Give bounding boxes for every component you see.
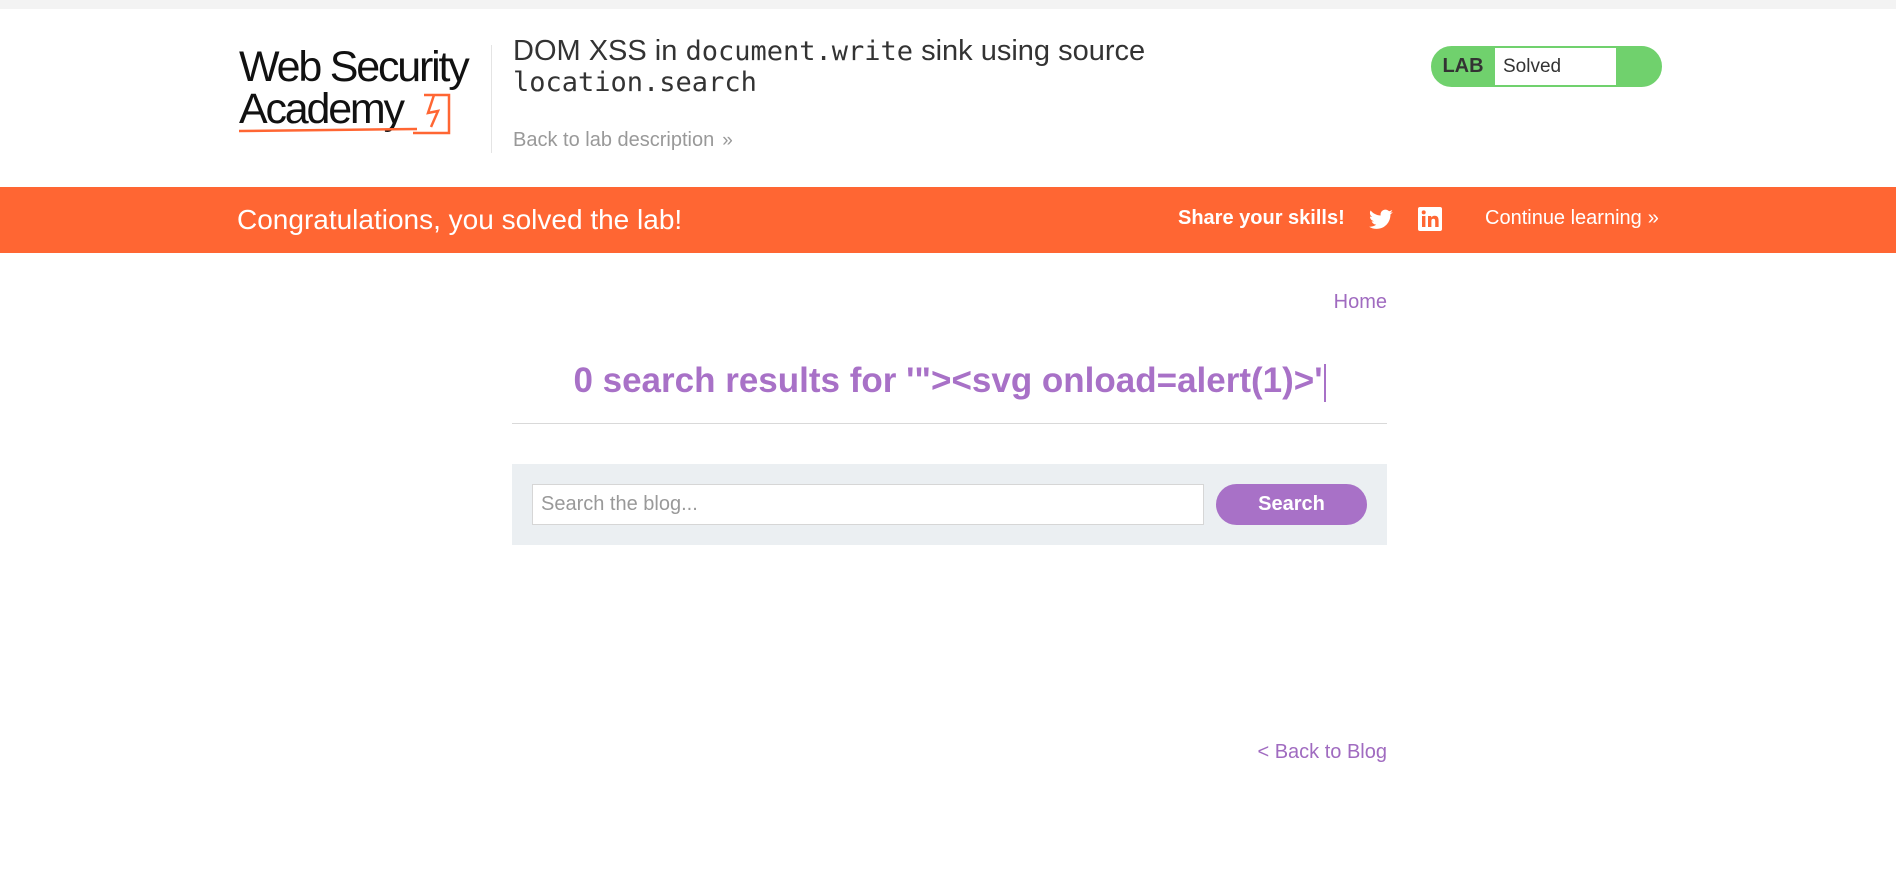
header-divider	[491, 45, 492, 153]
text-cursor	[1323, 363, 1326, 402]
chevron-right-icon: »	[722, 129, 732, 151]
search-input[interactable]	[532, 484, 1204, 525]
logo-lightning-icon	[238, 93, 451, 135]
congratulations-message: Congratulations, you solved the lab!	[237, 204, 683, 235]
congratulations-banner: Congratulations, you solved the lab! Sha…	[0, 187, 1896, 253]
lab-tag: LAB	[1442, 55, 1484, 77]
web-security-academy-logo[interactable]: Web Security Academy	[237, 43, 487, 137]
back-to-lab-description-link[interactable]: Back to lab description »	[513, 129, 732, 152]
lab-status-badge: LAB Solved	[1431, 46, 1662, 87]
continue-learning-link[interactable]: Continue learning »	[1485, 207, 1659, 230]
back-to-lab-label: Back to lab description	[513, 129, 715, 151]
share-skills-label: Share your skills!	[1178, 207, 1345, 229]
title-text: DOM XSS in	[513, 35, 686, 67]
lab-title: DOM XSS in document.write sink using sou…	[513, 35, 1233, 99]
top-strip	[0, 0, 1896, 9]
title-text: sink using source	[913, 35, 1146, 67]
linkedin-icon[interactable]	[1418, 207, 1442, 231]
title-code-sink: document.write	[685, 36, 914, 67]
search-form: Search	[512, 464, 1387, 545]
back-to-blog-link[interactable]: < Back to Blog	[1257, 741, 1387, 764]
search-button[interactable]: Search	[1216, 484, 1367, 525]
header: Web Security Academy DOM XSS in document…	[0, 9, 1896, 187]
home-link[interactable]: Home	[1334, 291, 1387, 314]
divider	[512, 423, 1387, 424]
search-results-text: 0 search results for '"><svg onload=aler…	[573, 361, 1323, 400]
twitter-icon[interactable]	[1368, 207, 1394, 233]
search-results-heading: 0 search results for '"><svg onload=aler…	[512, 361, 1387, 402]
continue-learning-label: Continue learning	[1485, 207, 1642, 229]
title-code-source: location.search	[513, 67, 757, 98]
lab-status-value: Solved	[1495, 48, 1616, 85]
chevron-right-icon: »	[1647, 207, 1659, 229]
